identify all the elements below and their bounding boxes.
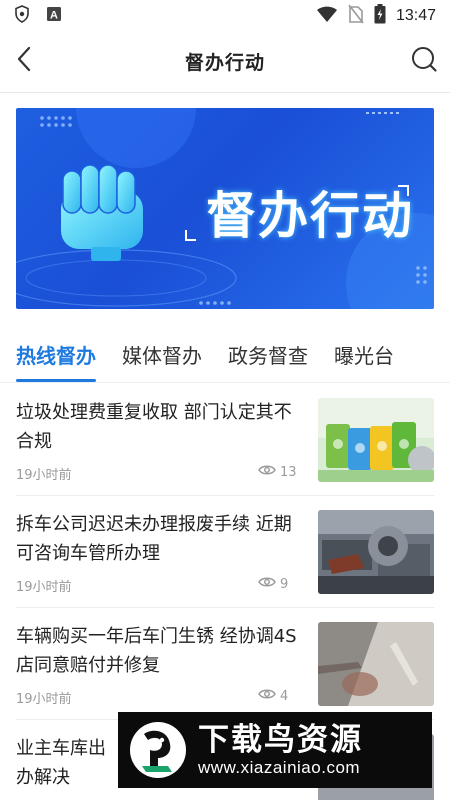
trash-bins-image xyxy=(318,398,434,482)
eye-icon xyxy=(258,576,276,592)
battery-charging-icon xyxy=(374,4,386,28)
app-header: 督办行动 xyxy=(0,32,450,90)
watermark-url: www.xiazainiao.com xyxy=(198,758,361,777)
view-count-value: 13 xyxy=(280,464,297,480)
rusted-door-image xyxy=(318,622,434,706)
search-button[interactable] xyxy=(406,45,442,77)
news-thumbnail xyxy=(318,622,434,706)
news-time: 19小时前 xyxy=(16,692,72,707)
shield-icon xyxy=(14,5,30,27)
search-icon xyxy=(410,45,438,77)
news-time: 19小时前 xyxy=(16,580,72,595)
status-bar: A 13:47 xyxy=(0,0,450,32)
list-item[interactable]: 车辆购买一年后车门生锈 经协调4S店同意赔付并修复 19小时前 4 xyxy=(0,608,450,720)
list-item[interactable]: 垃圾处理费重复收取 部门认定其不合规 19小时前 13 xyxy=(0,384,450,496)
banner[interactable]: 督办行动 xyxy=(16,108,434,309)
back-button[interactable] xyxy=(8,45,40,77)
tab-hotline-supervision[interactable]: 热线督办 xyxy=(16,326,96,382)
news-title: 业主车库出 办解决 xyxy=(16,738,106,788)
tabs-divider xyxy=(0,382,450,383)
news-title: 拆车公司迟迟未办理报废手续 近期可咨询车管所办理 xyxy=(16,514,292,564)
wifi-icon xyxy=(316,5,338,27)
back-arrow-icon xyxy=(15,45,33,77)
tab-exposure[interactable]: 曝光台 xyxy=(334,326,394,382)
view-count-value: 4 xyxy=(280,688,289,704)
eye-icon xyxy=(258,464,276,480)
view-count-value: 9 xyxy=(280,576,289,592)
eye-icon xyxy=(258,688,276,704)
list-item[interactable]: 拆车公司迟迟未办理报废手续 近期可咨询车管所办理 19小时前 9 xyxy=(0,496,450,608)
news-thumbnail xyxy=(318,510,434,594)
view-count: 13 xyxy=(258,464,297,480)
watermark-overlay: 下载鸟资源 www.xiazainiao.com xyxy=(118,712,432,788)
header-divider xyxy=(0,92,450,93)
news-time: 19小时前 xyxy=(16,468,72,483)
svg-text:A: A xyxy=(50,10,58,22)
category-tabs: 热线督办 媒体督办 政务督查 曝光台 xyxy=(0,326,450,382)
news-title: 垃圾处理费重复收取 部门认定其不合规 xyxy=(16,402,292,452)
view-count: 4 xyxy=(258,688,288,704)
a-icon: A xyxy=(46,6,62,26)
watermark-title: 下载鸟资源 xyxy=(198,722,363,758)
no-sim-icon xyxy=(348,4,364,28)
scrap-cars-image xyxy=(318,510,434,594)
banner-title: 督办行动 xyxy=(206,187,414,245)
news-thumbnail xyxy=(318,398,434,482)
tab-government-inspection[interactable]: 政务督查 xyxy=(228,326,308,382)
tab-media-supervision[interactable]: 媒体督办 xyxy=(122,326,202,382)
bird-logo-icon xyxy=(126,718,190,782)
news-title: 车辆购买一年后车门生锈 经协调4S店同意赔付并修复 xyxy=(16,626,297,676)
status-time: 13:47 xyxy=(395,7,436,24)
page-title: 督办行动 xyxy=(184,51,265,74)
view-count: 9 xyxy=(258,576,288,592)
